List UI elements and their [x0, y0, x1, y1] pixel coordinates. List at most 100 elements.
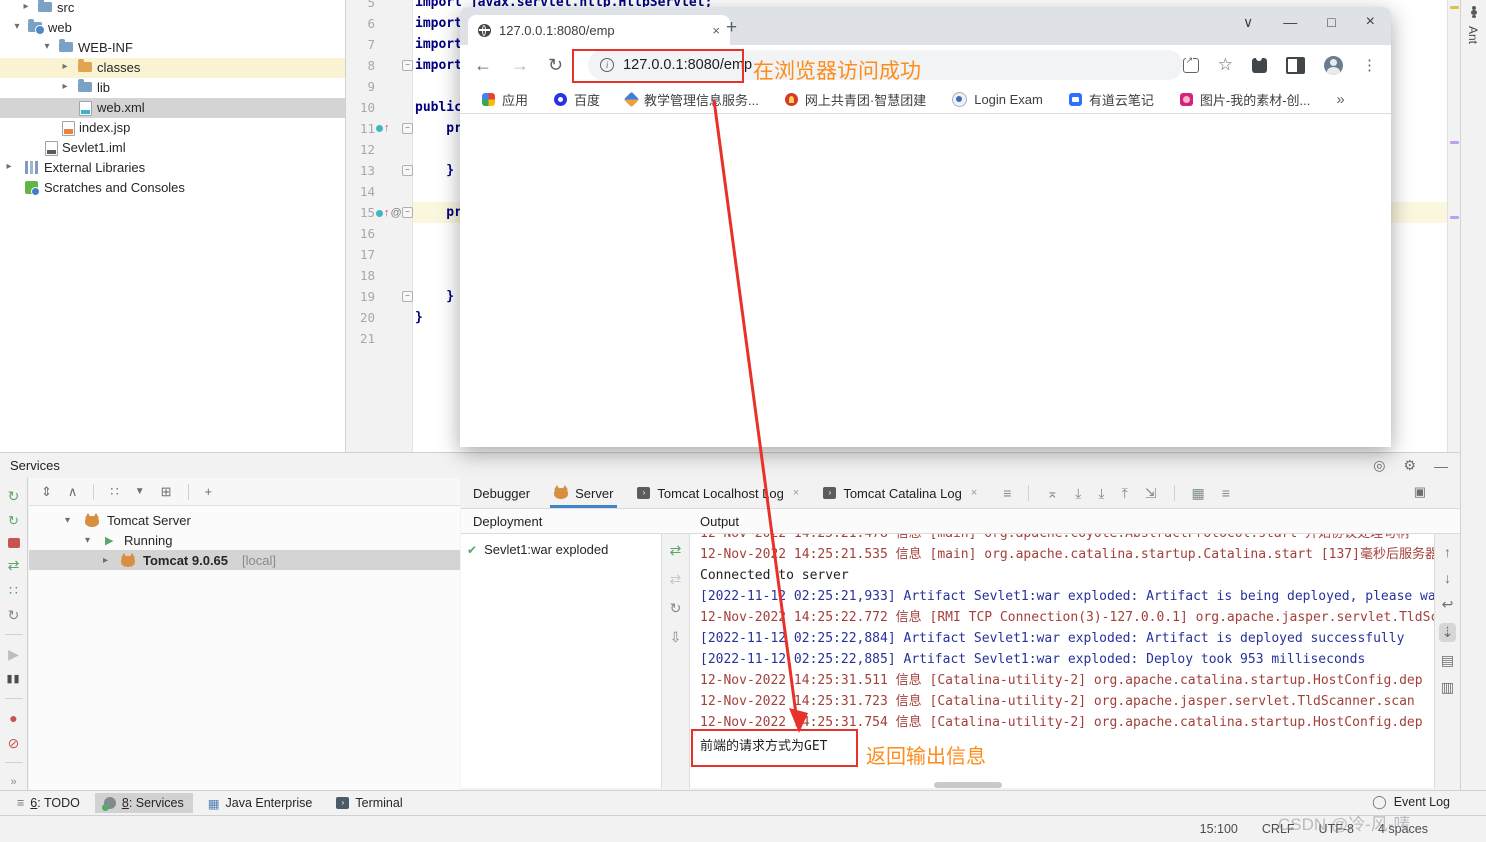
chevron-down-icon[interactable]: ▾ — [85, 535, 90, 546]
back-button[interactable]: ← — [474, 55, 492, 76]
bookmark-league[interactable]: 网上共青团·智慧团建 — [784, 90, 926, 109]
share-icon[interactable] — [1182, 54, 1199, 73]
fold-marker-icon[interactable]: − — [402, 123, 413, 134]
override-method-icon[interactable]: ↑ — [376, 123, 390, 134]
window-menu-icon[interactable]: ∨ — [1243, 14, 1253, 31]
add-service-icon[interactable]: + — [205, 484, 213, 499]
event-log-button[interactable]: ◯ Event Log — [1372, 794, 1450, 810]
stripe-mark-purple[interactable] — [1450, 216, 1459, 219]
tree-item-index-jsp[interactable]: index.jsp — [0, 118, 345, 138]
fold-marker-icon[interactable]: − — [402, 165, 413, 176]
console-output[interactable]: 12-Nov-2022 14:25:21.478 信息 [main] org.a… — [690, 534, 1434, 788]
sidebar-icon[interactable] — [1286, 56, 1305, 74]
chevron-right-icon[interactable]: ▸ — [21, 1, 31, 12]
url-text[interactable]: 127.0.0.1:8080/emp — [623, 57, 752, 73]
tab-server[interactable]: Server — [542, 478, 625, 508]
step-down-icon[interactable]: ⤓ — [1098, 485, 1104, 502]
resume-icon[interactable]: ▶ — [8, 646, 19, 662]
bookmarks-overflow-button[interactable]: » — [1336, 91, 1344, 108]
tree-item-external-libraries[interactable]: ▸ External Libraries — [0, 158, 345, 178]
bookmark-pictures[interactable]: 图片-我的素材-创... — [1179, 90, 1310, 109]
toolwindow-todo[interactable]: ≡ 6: TODO — [8, 793, 89, 813]
new-tab-button[interactable]: + — [726, 17, 737, 39]
toolwindow-java-enterprise[interactable]: ▦ Java Enterprise — [199, 793, 322, 814]
filter-icon[interactable]: ▼ — [135, 486, 145, 497]
chevron-right-icon[interactable]: ▸ — [60, 61, 70, 72]
clear-console-icon[interactable]: ▥ — [1441, 679, 1454, 696]
tree-item-src[interactable]: ▸ src — [0, 0, 345, 18]
more-actions-icon[interactable]: » — [10, 774, 16, 790]
info-icon[interactable]: i — [600, 58, 615, 72]
tree-item-classes[interactable]: ▸ classes — [0, 58, 345, 78]
override-method-icon[interactable]: ↑ @ — [376, 207, 402, 219]
collapse-all-icon[interactable]: ∧ — [68, 484, 78, 500]
bookmark-edu[interactable]: 教学管理信息服务... — [623, 90, 759, 109]
target-icon[interactable]: ◎ — [1373, 457, 1385, 474]
stripe-mark-purple[interactable] — [1450, 141, 1459, 144]
scroll-down-icon[interactable]: ⤓ — [1075, 485, 1081, 502]
tree-item-web[interactable]: ▾ web — [0, 18, 345, 38]
tab-tomcat-localhost-log[interactable]: › Tomcat Localhost Log × — [625, 478, 811, 508]
chevron-right-icon[interactable]: ▸ — [4, 161, 14, 172]
tree-item-iml[interactable]: Sevlet1.iml — [0, 138, 345, 158]
scroll-down-icon[interactable]: ↓ — [1444, 570, 1451, 586]
browser-menu-icon[interactable]: ⋮ — [1362, 56, 1377, 74]
tree-item-scratches[interactable]: Scratches and Consoles — [0, 178, 345, 198]
download-icon[interactable]: ⇩ — [670, 629, 682, 646]
group-by-icon[interactable]: ∷ — [110, 484, 118, 500]
tree-item-lib[interactable]: ▸ lib — [0, 78, 345, 98]
step-up-icon[interactable]: ⤒ — [1122, 485, 1128, 502]
bookmark-apps[interactable]: 应用 — [482, 90, 528, 109]
fold-marker-icon[interactable]: − — [402, 291, 413, 302]
fold-marker-icon[interactable]: − — [402, 60, 413, 71]
caret-position[interactable]: 15:100 — [1200, 822, 1238, 836]
bookmark-baidu[interactable]: 百度 — [554, 90, 600, 109]
chevron-right-icon[interactable]: ▸ — [103, 555, 108, 566]
expand-all-icon[interactable]: ⇕ — [41, 484, 52, 500]
tree-item-web-xml[interactable]: web.xml — [0, 98, 345, 118]
editor-error-stripe[interactable] — [1447, 0, 1461, 452]
record-icon[interactable]: ● — [9, 710, 17, 726]
tree-item-running[interactable]: ▾ ▶ Running — [29, 530, 460, 550]
layout-settings-icon[interactable]: ▣ — [1414, 484, 1426, 500]
ant-toolwindow-button[interactable]: Ant — [1466, 26, 1480, 44]
gear-icon[interactable]: ⚙ — [1403, 457, 1416, 474]
rerun-build-icon[interactable]: ↻ — [8, 513, 19, 529]
bookmark-login-exam[interactable]: Login Exam — [952, 91, 1043, 107]
rerun-icon[interactable]: ↻ — [8, 488, 20, 504]
soft-wrap-icon[interactable]: ↩ — [1442, 596, 1454, 613]
deployment-artifact-row[interactable]: ✔ Sevlet1:war exploded — [467, 542, 608, 557]
close-button[interactable]: × — [1366, 13, 1375, 31]
scroll-to-end-icon[interactable]: ⇣ — [1438, 623, 1457, 642]
mute-breakpoints-icon[interactable]: ⊘ — [8, 735, 20, 751]
bookmark-star-icon[interactable]: ☆ — [1218, 55, 1233, 75]
stripe-mark-yellow[interactable] — [1450, 6, 1459, 9]
deploy-icon[interactable]: ⇄ — [8, 557, 20, 573]
refresh-icon[interactable]: ↻ — [670, 600, 682, 617]
tab-close-icon[interactable]: × — [793, 487, 799, 499]
scroll-up-icon[interactable]: ↑ — [1444, 544, 1451, 560]
tree-item-tomcat-9065[interactable]: ▸ Tomcat 9.0.65 [local] — [29, 550, 460, 570]
forward-button[interactable]: → — [511, 55, 529, 76]
maximize-button[interactable]: □ — [1327, 14, 1335, 30]
console-menu-icon[interactable]: ≡ — [1003, 485, 1011, 501]
undeploy-icon[interactable]: ⇄ — [670, 571, 682, 588]
refresh-icon[interactable]: ↻ — [8, 607, 20, 623]
tab-debugger[interactable]: Debugger — [461, 478, 542, 508]
horizontal-scrollbar[interactable] — [934, 782, 1002, 788]
services-diamond-icon[interactable]: ∷ — [9, 582, 18, 598]
right-tool-strip[interactable]: Ant — [1460, 0, 1486, 790]
profile-avatar[interactable] — [1324, 55, 1343, 75]
chevron-down-icon[interactable]: ▾ — [65, 515, 70, 526]
filter-lines-icon[interactable]: ≡ — [1222, 485, 1230, 501]
tab-close-icon[interactable]: × — [971, 487, 977, 499]
tree-item-tomcat-server[interactable]: ▾ Tomcat Server — [29, 510, 460, 530]
tab-tomcat-catalina-log[interactable]: › Tomcat Catalina Log × — [811, 478, 989, 508]
chevron-down-icon[interactable]: ▾ — [42, 41, 52, 52]
snap-icon[interactable]: ⇲ — [1145, 485, 1157, 502]
chevron-right-icon[interactable]: ▸ — [60, 81, 70, 92]
bookmark-youdao[interactable]: 有道云笔记 — [1068, 90, 1154, 109]
reload-button[interactable]: ↻ — [548, 55, 563, 76]
address-bar[interactable]: i 127.0.0.1:8080/emp — [588, 50, 1183, 80]
fold-marker-icon[interactable]: − — [402, 207, 413, 218]
